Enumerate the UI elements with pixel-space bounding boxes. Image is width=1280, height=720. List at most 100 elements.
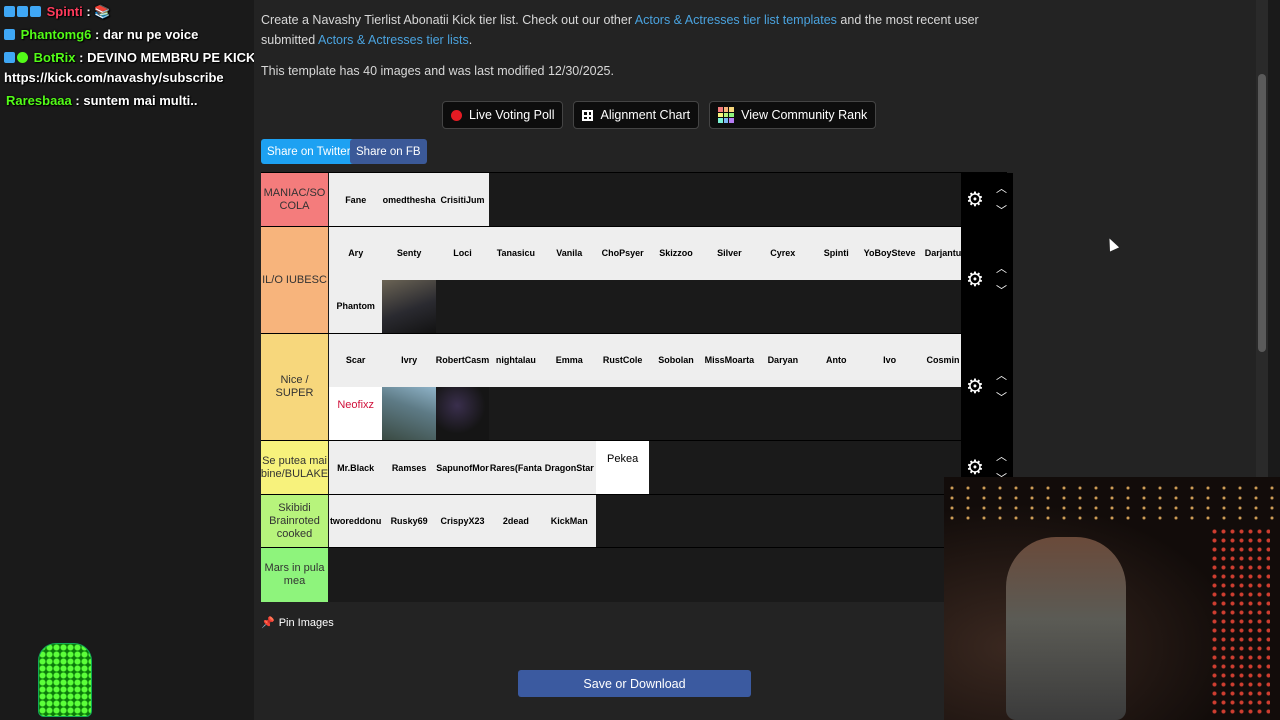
tier-item[interactable]: Ivry (382, 333, 436, 387)
alignment-chart-button[interactable]: Alignment Chart (573, 101, 700, 129)
record-icon (451, 109, 462, 121)
tier-item[interactable]: omedthesha (382, 173, 436, 226)
tier-items: Fane omedthesha CrisitiJum (329, 173, 1007, 226)
community-rank-button[interactable]: View Community Rank (709, 101, 877, 129)
tier-item[interactable]: CrispyX23 (435, 494, 490, 548)
tier-item[interactable]: CrisitiJum (435, 173, 490, 226)
chat-message: Phantomg6 : dar nu pe voice (4, 27, 198, 42)
verified-icon (17, 52, 28, 63)
string-lights (944, 483, 1280, 523)
move-up-icon[interactable]: ︿ (996, 448, 1007, 464)
templates-link[interactable]: Actors & Actresses tier list templates (635, 13, 837, 27)
tier-item[interactable]: Loci (435, 226, 490, 280)
tier-control: ⚙ ︿ ﹀ (961, 226, 1013, 334)
user-lists-link[interactable]: Actors & Actresses tier lists (318, 33, 469, 47)
chat-text: dar nu pe voice (103, 27, 199, 42)
tier-item[interactable]: Ramses (382, 441, 436, 494)
chat-text: DEVINO MEMBRU PE KICK (87, 50, 256, 65)
tier-label[interactable]: Mars in pula mea (261, 548, 328, 602)
move-down-icon[interactable]: ﹀ (996, 282, 1007, 298)
move-up-icon[interactable]: ︿ (996, 260, 1007, 276)
tier-item[interactable]: Rares(Fanta (489, 441, 543, 494)
tier-control: ⚙ ︿ ﹀ (961, 333, 1013, 441)
tier-item[interactable]: nightalau (489, 333, 543, 387)
tier-item[interactable]: YoBoySteve (862, 226, 917, 280)
tier-item[interactable]: Senty (382, 226, 436, 280)
tier-item[interactable] (435, 386, 490, 440)
tier-item[interactable]: Scar (329, 333, 383, 387)
tier-item[interactable]: ChoPsyer (595, 226, 650, 280)
chat-username: Spinti (46, 4, 83, 19)
tier-item[interactable] (382, 279, 436, 333)
live-voting-button[interactable]: Live Voting Poll (442, 101, 564, 129)
tier-item[interactable]: Ary (329, 226, 383, 280)
scrollbar-thumb[interactable] (1258, 74, 1266, 352)
tier-item[interactable]: RustCole (595, 333, 650, 387)
tier-item[interactable]: Cyrex (756, 226, 810, 280)
tier-item[interactable]: Silver (702, 226, 757, 280)
streamer (1006, 537, 1126, 720)
chat-message: Raresbaaa : suntem mai multi.. (6, 93, 198, 108)
move-up-icon[interactable]: ︿ (996, 367, 1007, 383)
chat-message: BotRix : DEVINO MEMBRU PE KICK💗 (4, 50, 272, 66)
tier-item[interactable]: RobertCasm (435, 333, 490, 387)
tier-row: IL/O IUBESC Ary Senty Loci Tanasicu Vanila Cho… (261, 225, 1013, 334)
tier-item[interactable]: Daryan (756, 333, 810, 387)
tier-row: Se putea mai bine/BULAKE Mr.Black Ramses Sa… (261, 440, 1013, 495)
share-twitter-button[interactable]: Share on Twitter (261, 139, 357, 164)
tier-item[interactable]: Spinti (809, 226, 863, 280)
move-up-icon[interactable]: ︿ (996, 180, 1007, 196)
gear-icon[interactable]: ⚙ (966, 267, 984, 292)
share-fb-button[interactable]: Share on FB (350, 139, 427, 164)
tier-item[interactable]: Mr.Black (329, 441, 383, 494)
tier-label[interactable]: Se putea mai bine/BULAKE (261, 441, 328, 495)
tier-item[interactable]: DragonStar (542, 441, 596, 494)
gear-icon[interactable]: ⚙ (966, 374, 984, 399)
tier-label[interactable]: IL/O IUBESC (261, 226, 328, 334)
chat-username: Raresbaaa (6, 93, 72, 108)
save-download-button[interactable]: Save or Download (518, 670, 751, 697)
tier-item[interactable]: Fane (329, 173, 383, 226)
tier-item[interactable]: Anto (809, 333, 863, 387)
pin-images-toggle[interactable]: 📌 Pin Images (261, 616, 334, 629)
tier-item[interactable]: KickMan (542, 494, 596, 548)
badge-icon (4, 6, 15, 17)
tier-item[interactable] (382, 386, 436, 440)
tier-item[interactable]: SapunofMor (435, 441, 490, 494)
tier-item[interactable]: MissMoarta (702, 333, 757, 387)
tier-item[interactable]: tworeddonu (329, 494, 383, 548)
tier-item[interactable]: Vanila (542, 226, 596, 280)
tier-item[interactable]: Emma (542, 333, 596, 387)
rank-grid-icon (718, 107, 735, 123)
chat-message: https://kick.com/navashy/subscribe (4, 70, 224, 85)
webcam-overlay (944, 477, 1280, 720)
tier-item[interactable]: Pekea (595, 441, 650, 494)
tier-label[interactable]: Skibidi Brainroted cooked (261, 494, 328, 549)
pin-icon: 📌 (261, 617, 275, 629)
tier-items: Ary Senty Loci Tanasicu Vanila ChoPsyer Skizzo… (329, 226, 1007, 333)
tier-item[interactable]: Rusky69 (382, 494, 436, 548)
badge-icon (4, 29, 15, 40)
tier-item[interactable]: Phantom (329, 279, 383, 333)
tier-items: Scar Ivry RobertCasm nightalau Emma RustCole S… (329, 333, 1007, 440)
intro-text: Create a Navashy Tierlist Abonatii Kick … (261, 13, 979, 47)
chat-text: suntem mai multi.. (83, 93, 198, 108)
tier-item[interactable]: Skizzoo (649, 226, 703, 280)
tier-item[interactable]: Ivo (862, 333, 917, 387)
chat-text: https://kick.com/navashy/subscribe (4, 70, 224, 85)
tier-item[interactable]: Neofixz (329, 386, 383, 440)
tier-label[interactable]: MANIAC/SO COLA (261, 173, 328, 227)
tier-items: tworeddonu Rusky69 CrispyX23 2dead KickMan (329, 494, 1007, 548)
tier-row: Skibidi Brainroted cooked tworeddonu Rusky… (261, 493, 1013, 549)
gear-icon[interactable]: ⚙ (966, 187, 984, 212)
mascot-icon (38, 643, 92, 717)
move-down-icon[interactable]: ﹀ (996, 202, 1007, 218)
move-down-icon[interactable]: ﹀ (996, 389, 1007, 405)
tier-label[interactable]: Nice / SUPER (261, 333, 328, 441)
grid-icon (582, 109, 594, 121)
tier-item[interactable]: 2dead (489, 494, 543, 548)
tier-item[interactable]: Sobolan (649, 333, 703, 387)
tier-item[interactable]: Tanasicu (489, 226, 543, 280)
tier-row: Mars in pula mea (261, 547, 1013, 602)
tier-row: MANIAC/SO COLA Fane omedthesha CrisitiJum ⚙ ︿… (261, 172, 1013, 227)
